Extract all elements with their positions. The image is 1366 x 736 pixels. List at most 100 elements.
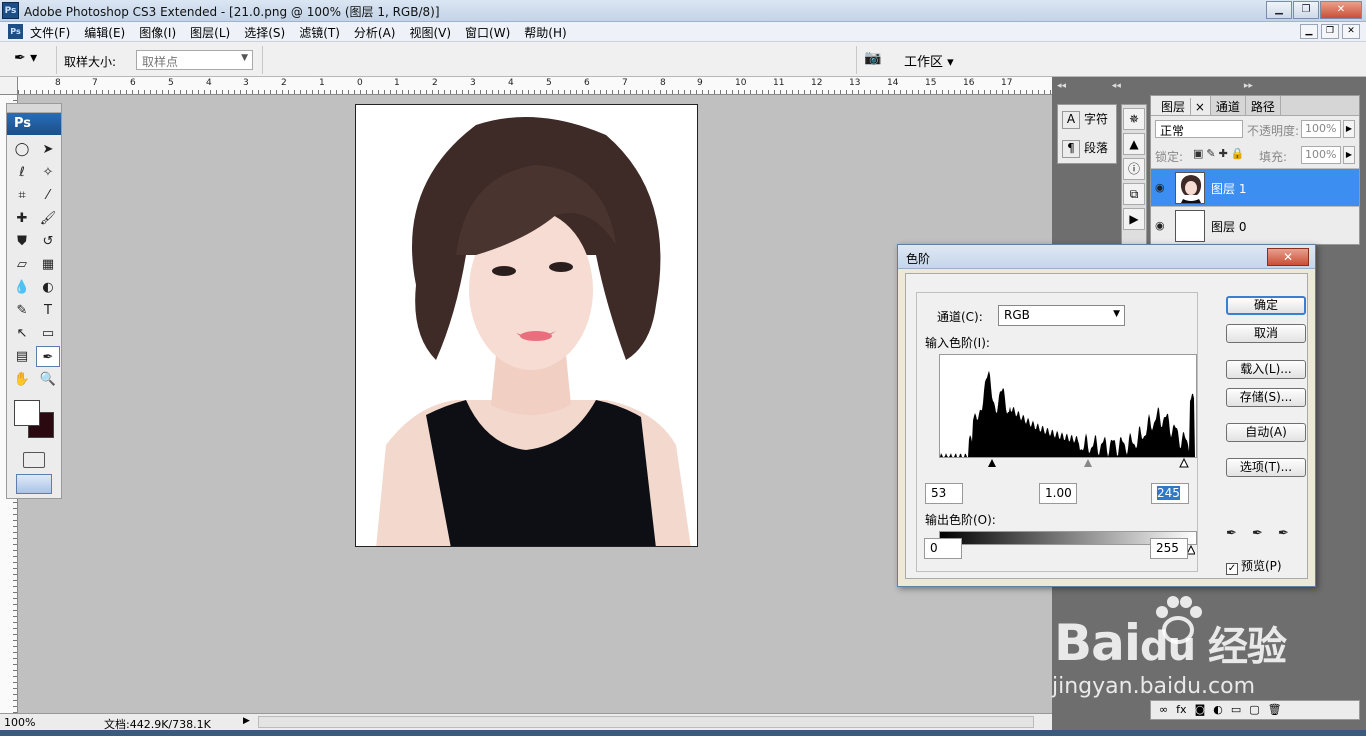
status-menu-arrow-icon[interactable]: ▶ [243,716,250,726]
auto-button[interactable]: 自动(A) [1226,423,1306,442]
output-black-field[interactable]: 0 [924,538,962,559]
cancel-button[interactable]: 取消 [1226,324,1306,343]
dock-collapse-arrows[interactable]: ◂◂ ◂◂ ▸▸ [1057,81,1357,93]
ruler-tick-label: 3 [243,78,249,88]
input-black-field[interactable]: 53 [925,483,963,504]
input-white-point-handle[interactable] [1179,457,1189,468]
menu-item[interactable]: 选择(S) [244,24,285,41]
menu-item[interactable]: 分析(A) [354,24,396,41]
shape-tool-icon[interactable]: ▭ [36,323,60,344]
brush-tool-icon[interactable]: 🖌 [36,208,60,229]
visibility-eye-icon[interactable]: ◉ [1155,219,1165,232]
lasso-tool-icon[interactable]: ℓ [10,162,34,183]
crop-tool-icon[interactable]: ⌗ [10,185,34,206]
histogram-icon[interactable]: ▲ [1123,133,1145,155]
channel-select[interactable]: RGB ▼ [998,305,1125,326]
preview-checkbox[interactable]: ✓ 预览(P) [1226,557,1282,575]
quick-mask-icon[interactable] [23,452,45,468]
blend-mode-select[interactable]: 正常 [1155,120,1243,138]
fill-input[interactable]: 100% [1301,146,1341,164]
tab-channels[interactable]: 通道 [1211,96,1246,115]
horizontal-scrollbar[interactable] [258,716,1034,728]
foreground-color-swatch[interactable] [14,400,40,426]
menu-item[interactable]: 帮助(H) [524,24,566,41]
layer-row-0[interactable]: ◉ 图层 0 [1151,206,1359,244]
white-eyedropper-icon[interactable]: ✒ [1278,526,1289,541]
pen-tool-icon[interactable]: ✎ [10,300,34,321]
opacity-input[interactable]: 100% [1301,120,1341,138]
paragraph-panel-button[interactable]: ¶ 段落 [1058,134,1116,163]
input-gamma-field[interactable]: 1.00 [1039,483,1077,504]
dodge-tool-icon[interactable]: ◐ [36,277,60,298]
maximize-button[interactable]: ❐ [1293,1,1319,19]
menu-item[interactable]: 视图(V) [409,24,451,41]
type-tool-icon[interactable]: T [36,300,60,321]
layer-row-1[interactable]: ◉ 图层 1 [1151,168,1359,206]
notes-tool-icon[interactable]: ▤ [10,346,34,367]
horizontal-ruler[interactable]: 8 7 6 5 4 3 2 1 0 1 2 3 4 5 6 7 8 9 10 11 12 13 14 15 16 17 [18,77,1052,95]
input-levels-slider[interactable] [939,457,1197,469]
menu-item[interactable]: 编辑(E) [84,24,125,41]
hand-tool-icon[interactable]: ✋ [10,369,34,390]
tab-paths[interactable]: 路径 [1246,96,1281,115]
lock-options-icons[interactable]: ▣✎✚🔒 [1193,147,1248,160]
minimize-button[interactable]: ▁ [1266,1,1292,19]
ok-button[interactable]: 确定 [1226,296,1306,315]
blur-tool-icon[interactable]: 💧 [10,277,34,298]
opacity-slider-button[interactable]: ▶ [1343,120,1355,138]
document-image[interactable] [355,104,698,547]
levels-close-button[interactable]: ✕ [1267,248,1309,266]
output-white-handle[interactable] [1186,545,1195,555]
healing-brush-tool-icon[interactable]: ✚ [10,208,34,229]
move-tool-icon[interactable]: ➤ [36,139,60,160]
ruler-origin[interactable] [0,77,18,95]
screen-mode-icon[interactable] [16,474,52,494]
menu-item[interactable]: 窗口(W) [465,24,510,41]
workspace-menu[interactable]: 工作区 ▾ [904,51,954,70]
toolbox-ps-logo[interactable]: Ps [7,113,61,135]
doc-minimize-button[interactable]: ▁ [1300,24,1318,39]
toolbox-grip[interactable] [7,104,61,113]
doc-close-button[interactable]: ✕ [1342,24,1360,39]
magic-wand-tool-icon[interactable]: ✧ [36,162,60,183]
input-gamma-handle[interactable] [1084,459,1092,467]
slice-tool-icon[interactable]: ⁄ [36,185,60,206]
zoom-level[interactable]: 100% [4,716,35,729]
menu-item[interactable]: 滤镜(T) [299,24,340,41]
history-brush-tool-icon[interactable]: ↺ [36,231,60,252]
input-levels-label: 输入色阶(I): [925,336,990,350]
eraser-tool-icon[interactable]: ▱ [10,254,34,275]
black-eyedropper-icon[interactable]: ✒ [1226,526,1237,541]
input-black-point-handle[interactable] [988,459,996,467]
menu-item[interactable]: 文件(F) [30,24,70,41]
options-button[interactable]: 选项(T)... [1226,458,1306,477]
menu-item[interactable]: 图层(L) [190,24,230,41]
load-button[interactable]: 载入(L)... [1226,360,1306,379]
character-panel-button[interactable]: A 字符 [1058,105,1116,134]
clone-stamp-tool-icon[interactable]: ⛊ [10,231,34,252]
history-icon[interactable]: ⧉ [1123,183,1145,205]
eyedropper-tool-preset-icon[interactable]: ✒ ▾ [14,50,50,70]
save-button[interactable]: 存储(S)... [1226,388,1306,407]
visibility-eye-icon[interactable]: ◉ [1155,181,1165,194]
eyedropper-tool-icon[interactable]: ✒ [36,346,60,367]
preview-checkbox-box[interactable]: ✓ [1226,563,1238,575]
close-button[interactable]: ✕ [1320,1,1362,19]
zoom-tool-icon[interactable]: 🔍 [36,369,60,390]
output-white-field[interactable]: 255 [1150,538,1188,559]
menu-item[interactable]: 图像(I) [139,24,176,41]
elliptical-marquee-tool-icon[interactable]: ◯ [10,139,34,160]
fill-slider-button[interactable]: ▶ [1343,146,1355,164]
gradient-tool-icon[interactable]: ▦ [36,254,60,275]
bridge-icon[interactable]: 📷 [864,50,888,70]
info-icon[interactable]: ⓘ [1123,158,1145,180]
gray-eyedropper-icon[interactable]: ✒ [1252,526,1263,541]
path-selection-tool-icon[interactable]: ↖ [10,323,34,344]
doc-restore-button[interactable]: ❐ [1321,24,1339,39]
tab-layers[interactable]: 图层 × [1151,96,1211,116]
navigator-icon[interactable]: ✵ [1123,108,1145,130]
input-white-field[interactable]: 245 [1151,483,1189,504]
actions-icon[interactable]: ▶ [1123,208,1145,230]
document-ps-icon[interactable]: Ps [8,24,23,39]
sample-size-select[interactable]: 取样点 ▼ [136,50,253,70]
